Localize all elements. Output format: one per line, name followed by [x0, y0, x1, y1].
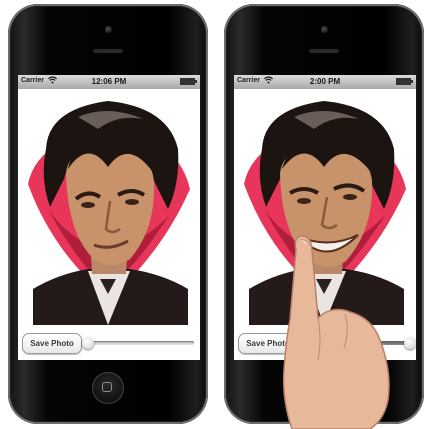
screen-right: Carrier 2:00 PM Save Photo — [234, 75, 416, 360]
distortion-slider[interactable] — [304, 337, 416, 349]
camera-icon — [321, 26, 328, 33]
distortion-slider[interactable] — [82, 337, 194, 349]
status-bar: Carrier 12:06 PM — [18, 75, 200, 89]
battery-icon — [180, 78, 197, 85]
toolbar: Save Photo — [18, 325, 200, 360]
save-photo-button[interactable]: Save Photo — [238, 333, 298, 354]
save-photo-button[interactable]: Save Photo — [22, 333, 82, 354]
screen-left: Carrier 12:06 PM Save Photo — [18, 75, 200, 360]
iphone-left: Carrier 12:06 PM Save Photo — [8, 4, 208, 424]
speaker-grille — [93, 48, 123, 53]
camera-icon — [105, 26, 112, 33]
iphone-right: Carrier 2:00 PM Save Photo — [224, 4, 424, 424]
photo-canvas[interactable] — [234, 89, 416, 325]
slider-track — [88, 341, 194, 345]
home-button-icon[interactable] — [92, 372, 124, 404]
status-time: 12:06 PM — [91, 77, 127, 86]
status-time: 2:00 PM — [309, 77, 341, 86]
slider-fill — [304, 341, 410, 345]
toolbar: Save Photo — [234, 325, 416, 360]
home-button-icon[interactable] — [308, 372, 340, 404]
battery-icon — [396, 78, 413, 85]
photo-canvas[interactable] — [18, 89, 200, 325]
slider-thumb[interactable] — [82, 337, 94, 349]
slider-thumb[interactable] — [404, 337, 416, 349]
speaker-grille — [309, 48, 339, 53]
status-bar: Carrier 2:00 PM — [234, 75, 416, 89]
